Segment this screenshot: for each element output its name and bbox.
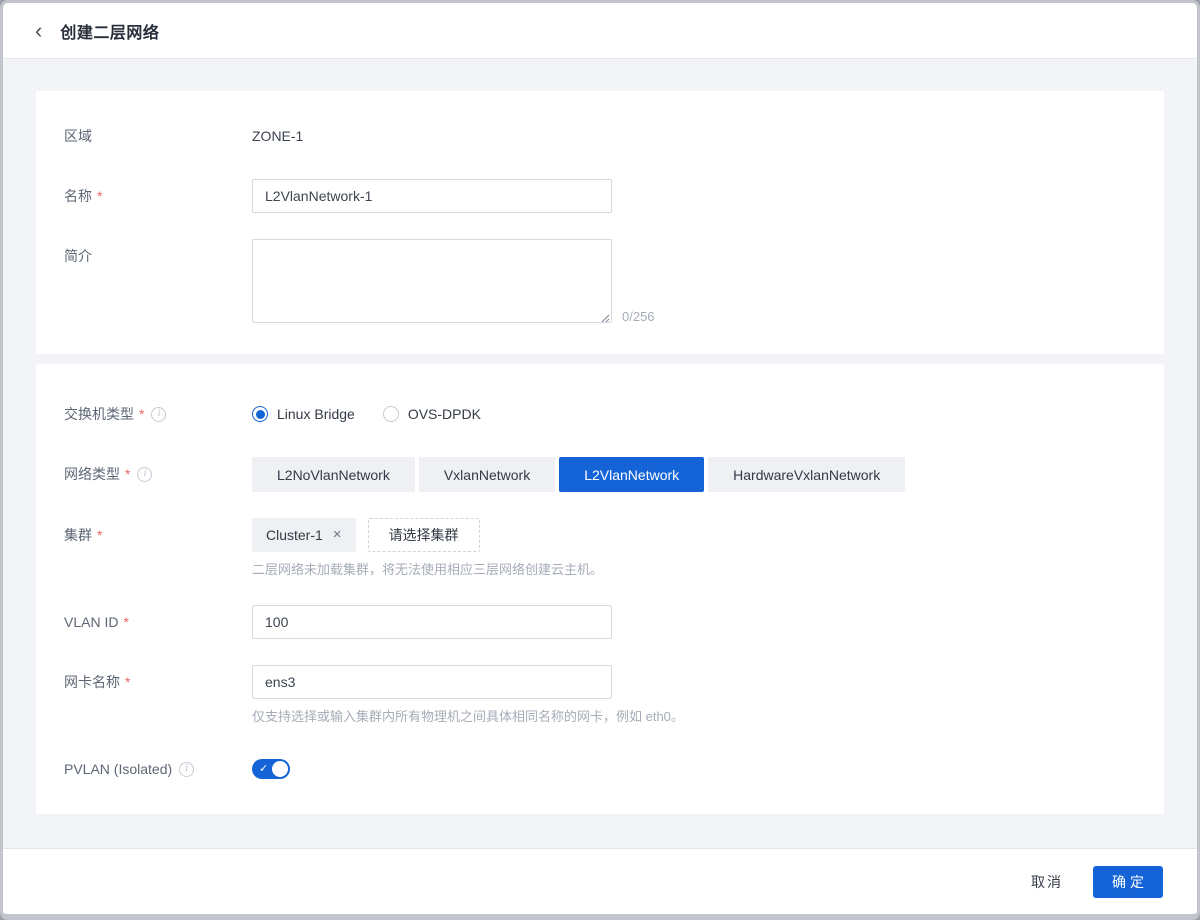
required-asterisk: *: [97, 188, 103, 204]
description-label-wrap: 简介: [64, 239, 252, 273]
pvlan-label: PVLAN (Isolated): [64, 761, 173, 777]
toggle-check-icon: ✓: [259, 763, 269, 775]
cluster-row: 集群 * Cluster-1 × 请选择集群 二层网络未加载集群，将无法使用相应…: [64, 518, 1136, 579]
vlan-id-row: VLAN ID *: [64, 605, 1136, 639]
cancel-button[interactable]: 取消: [1031, 872, 1063, 892]
info-icon[interactable]: i: [179, 761, 195, 777]
radio-label: Linux Bridge: [277, 406, 355, 422]
radio-checked-icon: [252, 406, 268, 422]
required-asterisk: *: [97, 527, 103, 543]
vlan-id-input[interactable]: [252, 605, 612, 639]
name-label: 名称: [64, 188, 92, 204]
network-type-option-hardwarevxlan[interactable]: HardwareVxlanNetwork: [708, 457, 906, 492]
zone-value: ZONE-1: [252, 128, 304, 144]
create-l2-network-window: ‹ 创建二层网络 区域 ZONE-1 名称 * L2VlanNetwork-1 …: [0, 0, 1200, 920]
radio-unchecked-icon: [382, 406, 399, 422]
cluster-label-wrap: 集群 *: [64, 518, 252, 552]
nic-name-row: 网卡名称 * 仅支持选择或输入集群内所有物理机之间具体相同名称的网卡，例如 et…: [64, 665, 1136, 726]
info-icon[interactable]: i: [151, 406, 167, 422]
name-label-wrap: 名称 *: [64, 179, 252, 213]
cluster-tag-label: Cluster-1: [266, 527, 323, 543]
network-config-card: 交换机类型 * i Linux Bridge OVS-DPDK 网络类型 * i…: [36, 364, 1164, 814]
name-input[interactable]: [252, 179, 612, 213]
vlan-id-label: VLAN ID: [64, 614, 119, 630]
tag-close-icon[interactable]: ×: [333, 527, 342, 542]
description-row: 简介 0/256: [64, 239, 1136, 326]
basic-info-card: 区域 ZONE-1 名称 * 简介: [36, 91, 1164, 354]
page-header: ‹ 创建二层网络: [3, 3, 1197, 59]
char-counter: 0/256: [622, 309, 655, 324]
description-textarea[interactable]: [252, 239, 612, 323]
radio-label: OVS-DPDK: [407, 406, 481, 422]
nic-name-label: 网卡名称: [64, 674, 120, 690]
required-asterisk: *: [125, 674, 131, 690]
zone-row: 区域 ZONE-1: [64, 119, 1136, 153]
switch-type-label-wrap: 交换机类型 * i: [64, 397, 252, 431]
back-icon[interactable]: ‹: [35, 19, 42, 41]
switch-type-label: 交换机类型: [64, 406, 134, 422]
cluster-label: 集群: [64, 527, 92, 543]
page-title: 创建二层网络: [60, 24, 160, 42]
network-type-row: 网络类型 * i L2NoVlanNetwork VxlanNetwork L2…: [64, 457, 1136, 492]
info-icon[interactable]: i: [137, 466, 153, 482]
nic-helper-text: 仅支持选择或输入集群内所有物理机之间具体相同名称的网卡，例如 eth0。: [252, 709, 684, 724]
network-type-option-l2vlan[interactable]: L2VlanNetwork: [559, 457, 705, 492]
confirm-button[interactable]: 确定: [1093, 865, 1163, 898]
description-label: 简介: [64, 248, 92, 264]
radio-option-linux-bridge[interactable]: Linux Bridge: [252, 406, 355, 422]
cluster-tag: Cluster-1 ×: [252, 518, 356, 552]
pvlan-row: PVLAN (Isolated) i ✓: [64, 752, 1136, 786]
pvlan-label-wrap: PVLAN (Isolated) i: [64, 752, 252, 786]
radio-option-ovs-dpdk[interactable]: OVS-DPDK: [382, 406, 481, 422]
switch-type-row: 交换机类型 * i Linux Bridge OVS-DPDK: [64, 397, 1136, 431]
zone-label: 区域: [64, 128, 92, 144]
network-type-option-l2novlan[interactable]: L2NoVlanNetwork: [252, 457, 415, 492]
cluster-helper-text: 二层网络未加载集群，将无法使用相应三层网络创建云主机。: [252, 562, 604, 577]
zone-label-wrap: 区域: [64, 119, 252, 153]
nic-name-label-wrap: 网卡名称 *: [64, 665, 252, 699]
vlan-id-label-wrap: VLAN ID *: [64, 605, 252, 639]
network-type-label: 网络类型: [64, 466, 120, 482]
nic-name-input[interactable]: [252, 665, 612, 699]
select-cluster-button[interactable]: 请选择集群: [367, 518, 480, 552]
network-type-option-vxlan[interactable]: VxlanNetwork: [418, 457, 556, 492]
form-content: 区域 ZONE-1 名称 * 简介: [3, 59, 1197, 848]
required-asterisk: *: [125, 466, 131, 482]
pvlan-toggle[interactable]: ✓: [252, 759, 290, 779]
required-asterisk: *: [139, 406, 145, 422]
action-footer: 取消 确定: [3, 848, 1197, 914]
network-type-label-wrap: 网络类型 * i: [64, 457, 252, 491]
name-row: 名称 *: [64, 179, 1136, 213]
network-type-segmented-control: L2NoVlanNetwork VxlanNetwork L2VlanNetwo…: [252, 457, 909, 492]
toggle-knob: [272, 761, 288, 777]
required-asterisk: *: [123, 614, 129, 630]
